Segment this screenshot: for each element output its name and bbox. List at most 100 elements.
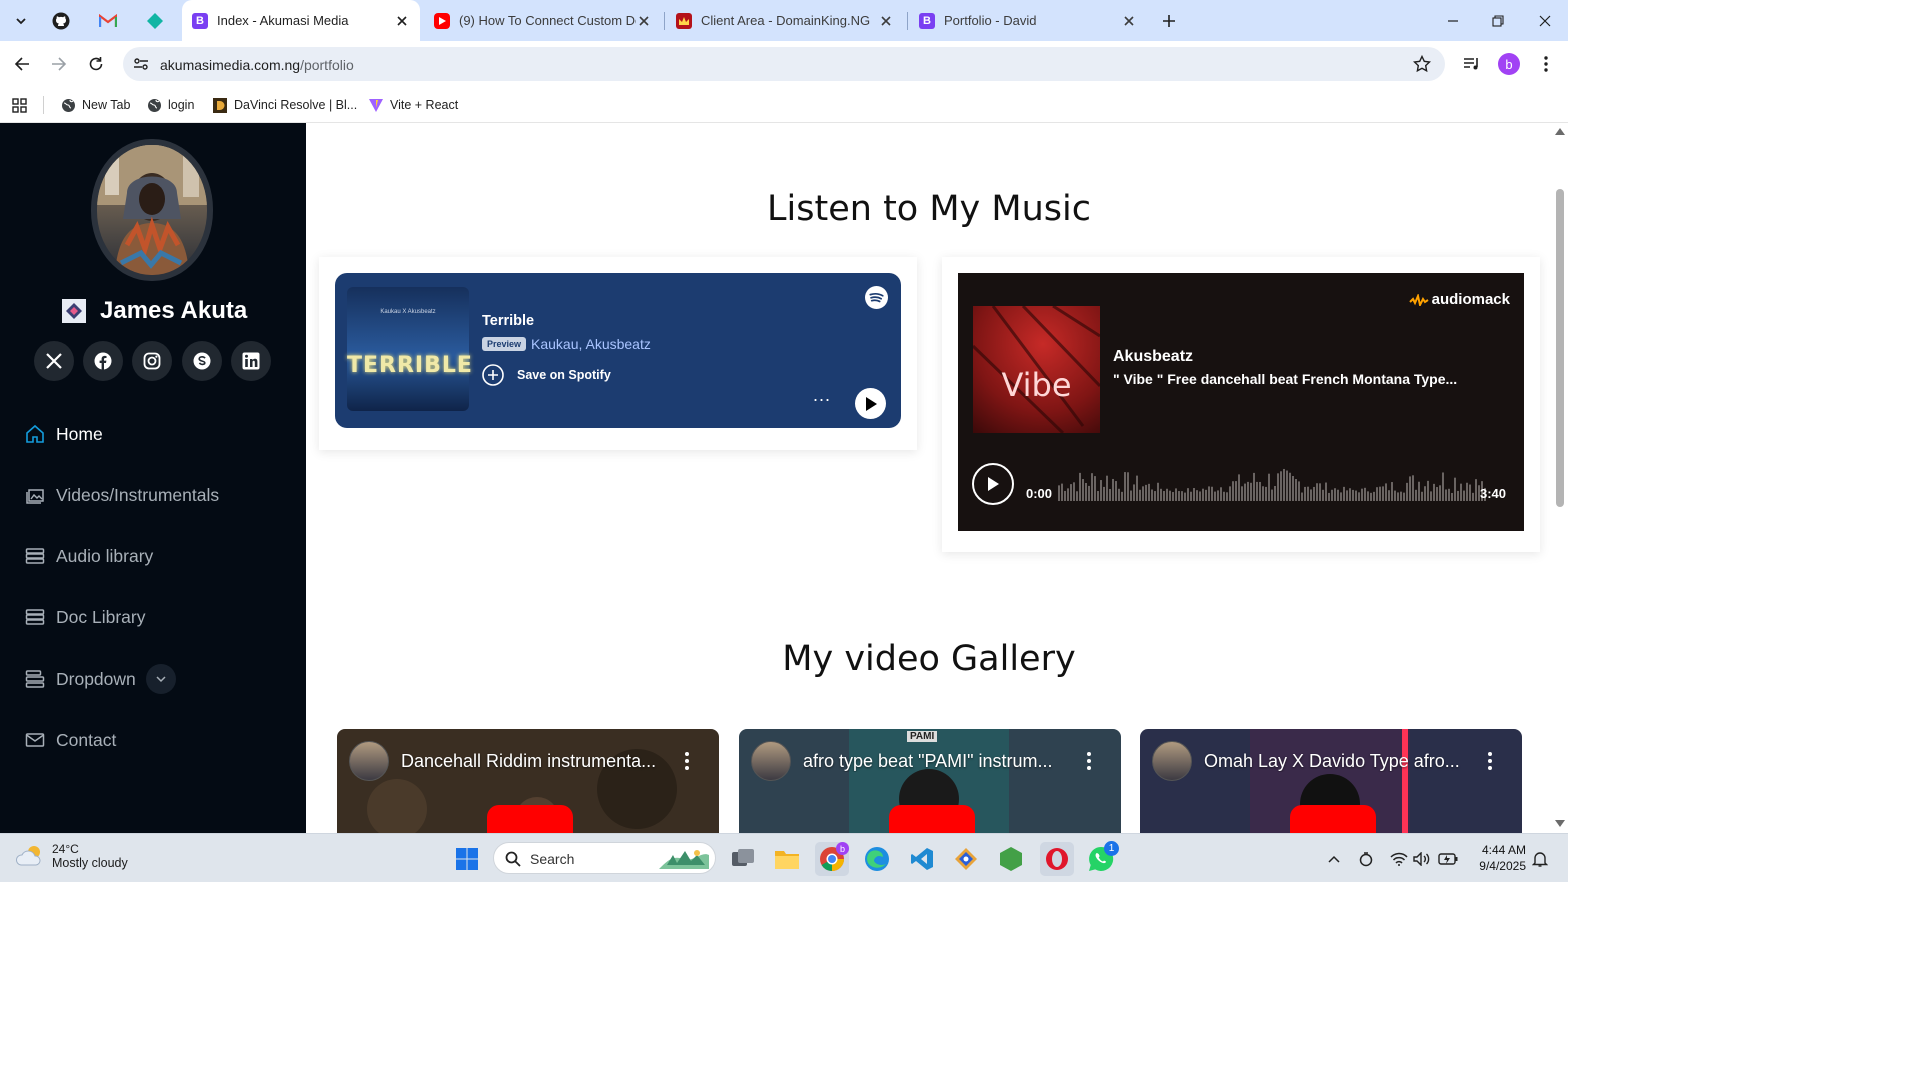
page-scrollbar[interactable] [1552,123,1568,833]
tab-domainking[interactable]: Client Area - DomainKing.NG [666,0,904,41]
youtube-play-button[interactable] [889,805,975,833]
nodejs-taskbar-button[interactable] [994,842,1028,876]
waveform-bar [1340,492,1342,501]
more-options-button[interactable]: ... [813,386,831,404]
git-app-taskbar-button[interactable] [949,842,983,876]
new-tab-button[interactable] [1155,7,1183,35]
youtube-play-button[interactable] [487,805,573,833]
reload-button[interactable] [82,50,110,78]
system-clock[interactable]: 4:44 AM 9/4/2025 [1470,842,1526,874]
forward-button[interactable] [45,50,73,78]
nav-videos-instrumentals[interactable]: Videos/Instrumentals [24,479,219,511]
battery-button[interactable] [1438,849,1458,869]
scroll-thumb[interactable] [1556,189,1564,507]
nav-contact[interactable]: Contact [24,724,116,756]
video-thumbnail-3[interactable]: Omah Lay X Davido Type afro... [1140,729,1522,833]
chrome-menu-button[interactable] [1532,50,1560,78]
url-text[interactable]: akumasimedia.com.ng/portfolio [160,57,354,73]
scroll-down-icon[interactable] [1555,820,1565,828]
kebab-menu-icon[interactable] [683,751,691,771]
play-button[interactable] [855,388,886,419]
tab-index-akumasi[interactable]: B Index - Akumasi Media [182,0,420,41]
linkedin-link[interactable] [231,341,271,381]
pinned-tab-github[interactable] [48,8,74,34]
pinned-tab-app[interactable] [142,8,168,34]
edge-taskbar-button[interactable] [860,842,894,876]
skype-link[interactable] [182,341,222,381]
chrome-taskbar-button[interactable]: b [815,842,849,876]
tray-app-button[interactable] [1356,849,1376,869]
track-title[interactable]: Terrible [482,313,534,329]
waveform-seekbar[interactable] [1058,461,1488,503]
taskbar-search[interactable]: Search [493,842,716,874]
track-artist[interactable]: Akusbeatz [1113,348,1193,366]
channel-avatar[interactable] [349,741,389,781]
video-thumbnail-1[interactable]: Dancehall Riddim instrumenta... [337,729,719,833]
nav-audio-library[interactable]: Audio library [24,540,153,572]
tab-youtube[interactable]: (9) How To Connect Custom Do [424,0,662,41]
spotify-logo-icon[interactable] [865,286,888,309]
youtube-play-button[interactable] [1290,805,1376,833]
bookmark-davinci[interactable]: DaVinci Resolve | Bl... [212,94,357,116]
pinned-tab-gmail[interactable] [95,8,121,34]
site-settings-icon[interactable] [133,56,149,72]
restore-button[interactable] [1483,7,1513,35]
x-link[interactable] [34,341,74,381]
show-hidden-icons-button[interactable] [1324,849,1344,869]
close-icon[interactable] [1121,13,1137,29]
play-button[interactable] [972,463,1014,505]
close-window-button[interactable] [1530,7,1560,35]
profile-button[interactable]: b [1495,50,1523,78]
video-thumbnail-2[interactable]: PAMI afro type beat "PAMI" instrum... [739,729,1121,833]
reload-icon [89,57,103,71]
video-title[interactable]: Dancehall Riddim instrumenta... [401,751,671,772]
profile-name[interactable]: James Akuta [62,297,247,325]
whatsapp-taskbar-button[interactable]: 1 [1084,841,1119,876]
track-title[interactable]: " Vibe " Free dancehall beat French Mont… [1113,371,1508,387]
network-button[interactable] [1389,849,1409,869]
minimize-button[interactable] [1438,7,1468,35]
facebook-link[interactable] [83,341,123,381]
domainking-favicon [676,12,692,29]
close-icon[interactable] [394,13,410,29]
tab-portfolio-david[interactable]: B Portfolio - David [909,0,1147,41]
bookmark-new-tab[interactable]: New Tab [60,94,130,116]
video-title[interactable]: afro type beat "PAMI" instrum... [803,751,1073,772]
opera-taskbar-button[interactable] [1040,842,1074,876]
bookmark-login[interactable]: login [146,94,194,116]
kebab-menu-icon[interactable] [1486,751,1494,771]
address-bar[interactable]: akumasimedia.com.ng/portfolio [123,47,1445,81]
file-explorer-button[interactable] [770,842,804,876]
close-icon[interactable] [636,13,652,29]
bookmark-vite[interactable]: Vite + React [368,94,458,116]
apps-button[interactable] [12,94,27,116]
back-button[interactable] [8,50,36,78]
tab-search-button[interactable] [7,7,35,35]
bookmark-star-icon[interactable] [1413,55,1431,73]
vscode-taskbar-button[interactable] [905,842,939,876]
audiomack-logo[interactable]: audiomack [1408,291,1510,308]
start-button[interactable] [450,842,484,876]
scroll-up-icon[interactable] [1555,127,1565,135]
media-controls-button[interactable] [1458,50,1486,78]
task-view-button[interactable] [726,842,760,876]
dropdown-toggle[interactable] [145,664,176,694]
close-icon[interactable] [878,13,894,29]
waveform-bar [1385,483,1387,501]
audiomack-embed[interactable]: audiomack Vibe Akusbeatz " Vibe " Free d… [958,273,1524,531]
kebab-menu-icon[interactable] [1085,751,1093,771]
spotify-embed[interactable]: Kaukau X Akusbeatz TERRIBLE Terrible Pre… [335,273,901,428]
nav-home[interactable]: Home [24,418,103,450]
channel-avatar[interactable] [751,741,791,781]
nav-dropdown[interactable]: Dropdown [24,663,176,695]
waveform-bar [1325,482,1327,501]
track-artists[interactable]: Kaukau, Akusbeatz [531,336,651,352]
weather-widget[interactable]: 24°C Mostly cloudy [16,842,128,870]
channel-avatar[interactable] [1152,741,1192,781]
volume-button[interactable] [1412,849,1432,869]
instagram-link[interactable] [132,341,172,381]
nav-doc-library[interactable]: Doc Library [24,601,145,633]
video-title[interactable]: Omah Lay X Davido Type afro... [1204,751,1474,772]
notifications-button[interactable] [1530,849,1550,869]
save-on-spotify-button[interactable]: Save on Spotify [482,364,611,386]
